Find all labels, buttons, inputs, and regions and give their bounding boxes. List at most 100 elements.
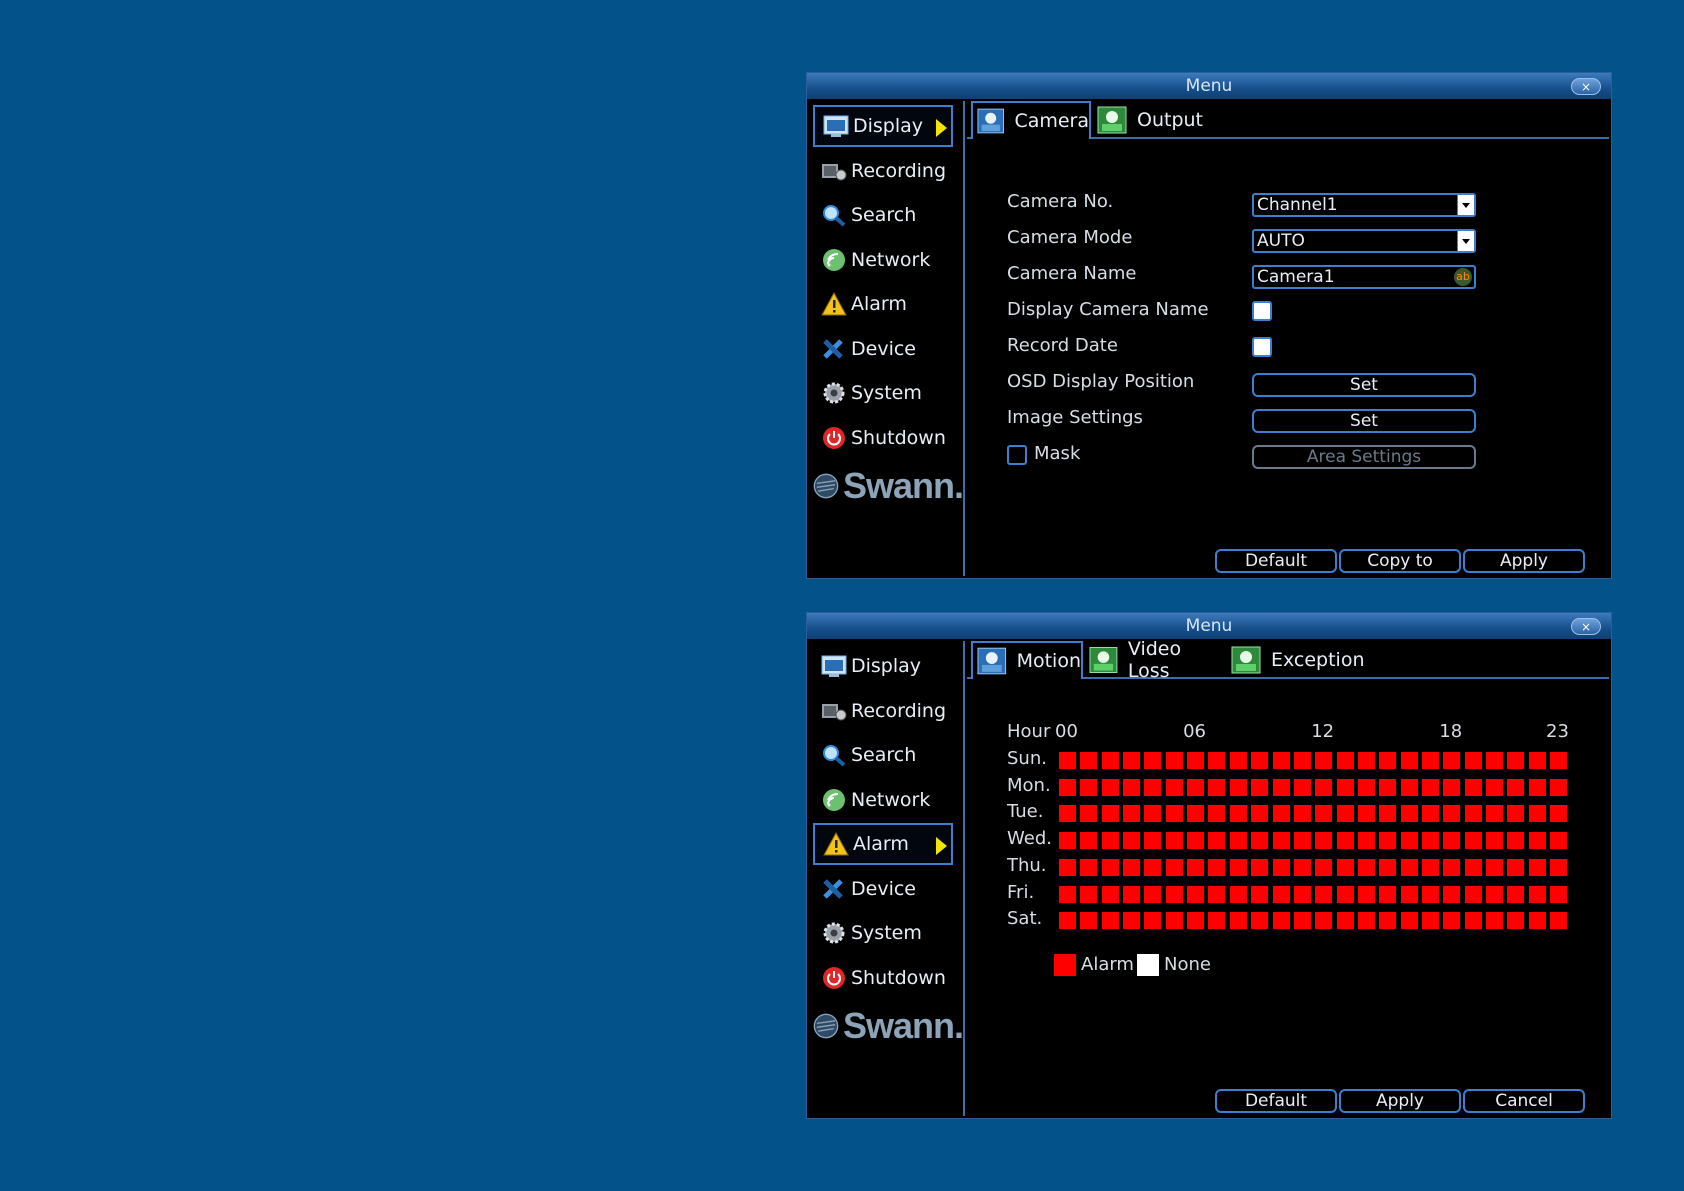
schedule-cell[interactable] [1357, 858, 1375, 876]
schedule-cell[interactable] [1379, 858, 1397, 876]
schedule-cell[interactable] [1229, 832, 1247, 850]
schedule-cell[interactable] [1123, 752, 1141, 769]
sidebar-item-alarm[interactable]: Alarm [813, 823, 953, 865]
schedule-cell[interactable] [1550, 805, 1568, 823]
schedule-cell[interactable] [1208, 752, 1226, 769]
schedule-cell[interactable] [1144, 858, 1162, 876]
schedule-cell[interactable] [1486, 778, 1503, 796]
schedule-cell[interactable] [1080, 832, 1098, 850]
sidebar-item-search[interactable]: Search [813, 194, 953, 236]
schedule-cell[interactable] [1187, 858, 1205, 876]
schedule-cell[interactable] [1421, 752, 1439, 769]
schedule-cell[interactable] [1080, 858, 1098, 876]
schedule-cell[interactable] [1080, 778, 1098, 796]
schedule-cell[interactable] [1059, 832, 1076, 850]
schedule-cell[interactable] [1507, 858, 1525, 876]
schedule-cell[interactable] [1464, 832, 1482, 850]
schedule-cell[interactable] [1421, 805, 1439, 823]
schedule-cell[interactable] [1400, 752, 1418, 769]
schedule-cell[interactable] [1208, 912, 1226, 930]
schedule-cell[interactable] [1187, 805, 1205, 823]
sidebar-item-shutdown[interactable]: Shutdown [813, 417, 953, 459]
schedule-cell[interactable] [1080, 752, 1098, 769]
schedule-cell[interactable] [1443, 752, 1461, 769]
schedule-cell[interactable] [1251, 912, 1269, 930]
schedule-cell[interactable] [1165, 805, 1183, 823]
schedule-cell[interactable] [1208, 858, 1226, 876]
schedule-cell[interactable] [1357, 912, 1375, 930]
sidebar-item-display[interactable]: Display [813, 105, 953, 147]
schedule-cell[interactable] [1229, 778, 1247, 796]
schedule-cell[interactable] [1443, 832, 1461, 850]
schedule-cell[interactable] [1293, 885, 1311, 903]
schedule-cell[interactable] [1059, 912, 1076, 930]
schedule-cell[interactable] [1101, 778, 1119, 796]
schedule-cell[interactable] [1550, 858, 1568, 876]
schedule-cell[interactable] [1208, 778, 1226, 796]
schedule-cell[interactable] [1315, 778, 1333, 796]
legend-alarm-swatch[interactable] [1054, 954, 1076, 976]
schedule-cell[interactable] [1272, 805, 1290, 823]
schedule-cell[interactable] [1528, 885, 1546, 903]
schedule-cell[interactable] [1443, 778, 1461, 796]
schedule-cell[interactable] [1379, 832, 1397, 850]
schedule-cell[interactable] [1208, 885, 1226, 903]
default-button[interactable]: Default [1215, 549, 1337, 573]
schedule-cell[interactable] [1187, 832, 1205, 850]
default-button[interactable]: Default [1215, 1089, 1337, 1113]
sidebar-item-recording[interactable]: Recording [813, 690, 953, 732]
schedule-cell[interactable] [1165, 912, 1183, 930]
sidebar-item-system[interactable]: System [813, 912, 953, 954]
schedule-cell[interactable] [1229, 805, 1247, 823]
schedule-cell[interactable] [1144, 885, 1162, 903]
schedule-cell[interactable] [1272, 885, 1290, 903]
schedule-cell[interactable] [1123, 858, 1141, 876]
sidebar-item-network[interactable]: Network [813, 239, 953, 281]
schedule-cell[interactable] [1293, 752, 1311, 769]
schedule-cell[interactable] [1080, 885, 1098, 903]
schedule-cell[interactable] [1464, 858, 1482, 876]
tab-video-loss[interactable]: Video Loss [1085, 638, 1225, 682]
schedule-cell[interactable] [1443, 912, 1461, 930]
schedule-cell[interactable] [1187, 778, 1205, 796]
tab-motion[interactable]: Motion [971, 641, 1083, 679]
sidebar-item-network[interactable]: Network [813, 779, 953, 821]
schedule-cell[interactable] [1123, 805, 1141, 823]
camera-mode-select[interactable]: AUTO [1252, 229, 1476, 253]
schedule-cell[interactable] [1528, 858, 1546, 876]
sidebar-item-alarm[interactable]: Alarm [813, 283, 953, 325]
schedule-cell[interactable] [1528, 778, 1546, 796]
schedule-cell[interactable] [1400, 805, 1418, 823]
schedule-cell[interactable] [1208, 832, 1226, 850]
schedule-cell[interactable] [1315, 832, 1333, 850]
schedule-cell[interactable] [1123, 832, 1141, 850]
apply-button[interactable]: Apply [1339, 1089, 1461, 1113]
schedule-cell[interactable] [1080, 912, 1098, 930]
schedule-cell[interactable] [1165, 832, 1183, 850]
schedule-cell[interactable] [1272, 778, 1290, 796]
mask-checkbox[interactable] [1007, 445, 1027, 465]
schedule-cell[interactable] [1464, 778, 1482, 796]
schedule-cell[interactable] [1507, 805, 1525, 823]
schedule-cell[interactable] [1336, 912, 1354, 930]
window-titlebar[interactable]: Menu × [807, 613, 1611, 639]
schedule-cell[interactable] [1059, 885, 1076, 903]
schedule-cell[interactable] [1059, 805, 1076, 823]
schedule-cell[interactable] [1486, 752, 1503, 769]
window-titlebar[interactable]: Menu × [807, 73, 1611, 99]
schedule-cell[interactable] [1123, 912, 1141, 930]
schedule-cell[interactable] [1550, 752, 1568, 769]
schedule-cell[interactable] [1293, 858, 1311, 876]
schedule-cell[interactable] [1379, 912, 1397, 930]
schedule-cell[interactable] [1443, 858, 1461, 876]
schedule-cell[interactable] [1464, 805, 1482, 823]
schedule-cell[interactable] [1229, 858, 1247, 876]
tab-camera[interactable]: Camera [971, 101, 1091, 139]
schedule-cell[interactable] [1421, 832, 1439, 850]
schedule-cell[interactable] [1486, 805, 1503, 823]
schedule-cell[interactable] [1272, 912, 1290, 930]
schedule-cell[interactable] [1421, 885, 1439, 903]
schedule-cell[interactable] [1272, 752, 1290, 769]
schedule-cell[interactable] [1400, 858, 1418, 876]
record-date-checkbox[interactable] [1252, 337, 1272, 357]
